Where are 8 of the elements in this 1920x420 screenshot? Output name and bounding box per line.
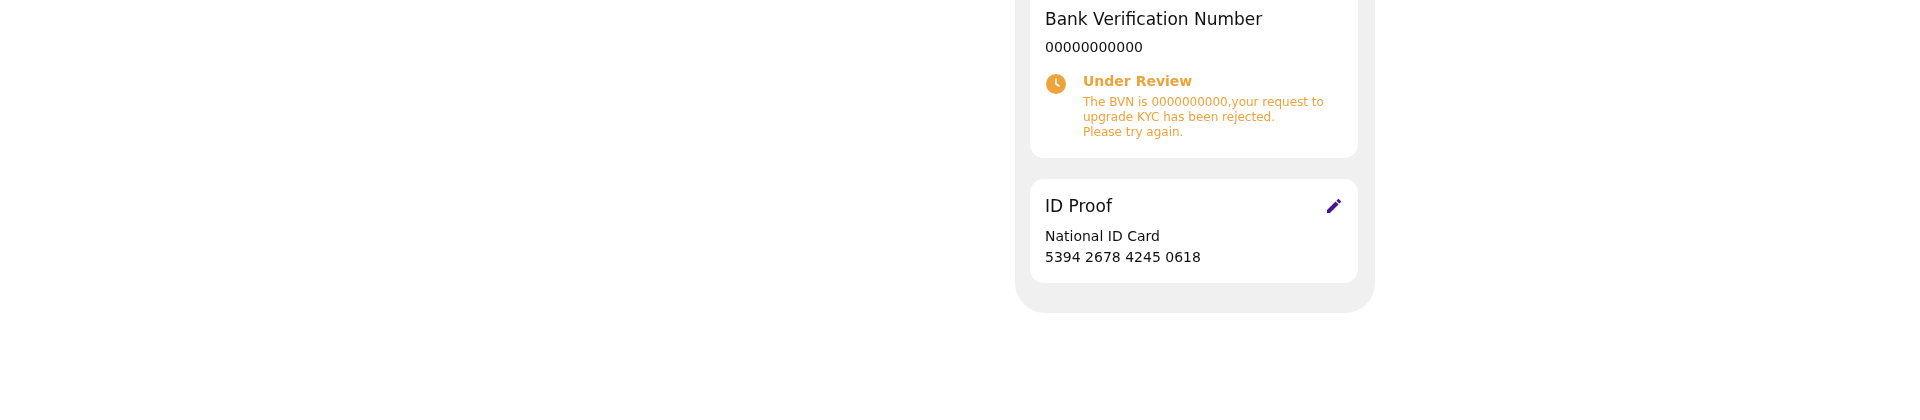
- card-title: Bank Verification Number: [1045, 9, 1264, 29]
- card-title: ID Proof: [1045, 196, 1112, 216]
- document-number: 5394 2678 4245 0618: [1045, 249, 1202, 265]
- status-message: The BVN is 0000000000,your request to upgrade KYC has been rejected. Please try again.: [1083, 95, 1325, 140]
- edit-icon[interactable]: [1327, 199, 1341, 213]
- bvn-value: 00000000000: [1045, 39, 1144, 55]
- status-label: Under Review: [1083, 73, 1194, 89]
- document-type: National ID Card: [1045, 228, 1161, 244]
